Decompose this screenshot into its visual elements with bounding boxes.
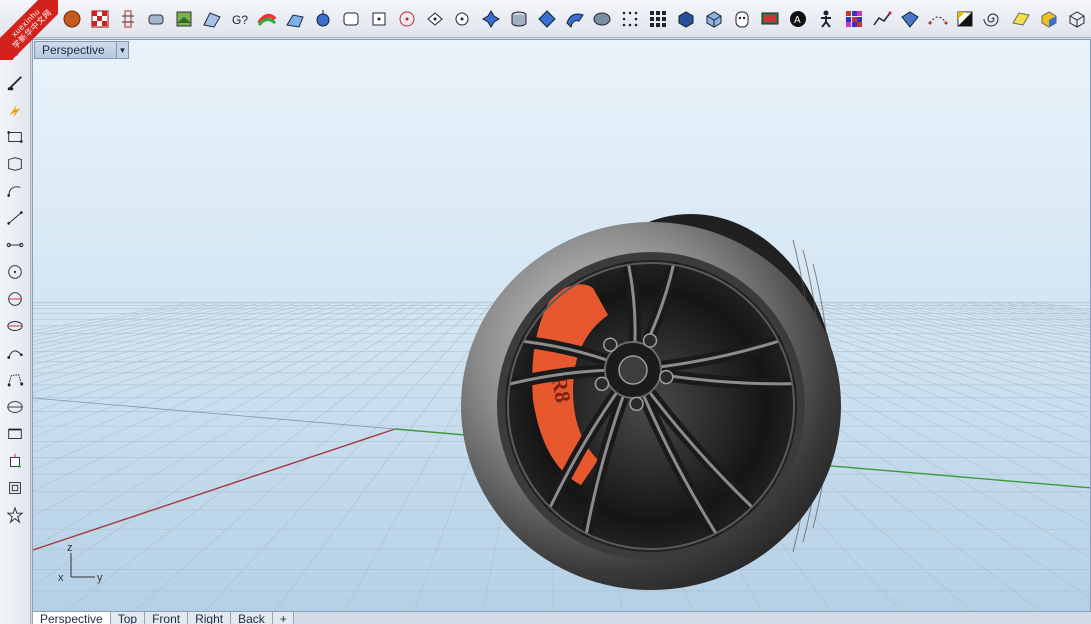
cube-icon[interactable] xyxy=(700,4,728,34)
annotation-icon[interactable]: A xyxy=(784,4,812,34)
box-surface-icon[interactable] xyxy=(1035,4,1063,34)
star-icon[interactable] xyxy=(3,501,27,528)
scene-canvas[interactable]: R8 z x y xyxy=(33,40,1091,612)
square-icon[interactable] xyxy=(365,4,393,34)
circle-icon[interactable] xyxy=(3,258,27,285)
plane-surface-icon[interactable] xyxy=(1007,4,1035,34)
mask-icon[interactable] xyxy=(728,4,756,34)
sphere-render-icon[interactable] xyxy=(58,4,86,34)
viewport-tabs: Perspective Top Front Right Back + xyxy=(32,612,1091,624)
circle-point-icon[interactable] xyxy=(449,4,477,34)
perspective-viewport[interactable]: Perspective ▼ R8 z x y xyxy=(32,39,1091,612)
polyline-icon[interactable] xyxy=(868,4,896,34)
zebra-icon[interactable] xyxy=(253,4,281,34)
split-square-icon[interactable] xyxy=(952,4,980,34)
spiral-icon[interactable] xyxy=(979,4,1007,34)
lasso-shape-icon[interactable] xyxy=(589,4,617,34)
diamond-icon[interactable] xyxy=(533,4,561,34)
viewport-menu-arrow-icon[interactable]: ▼ xyxy=(116,42,128,58)
select-curve-icon[interactable] xyxy=(924,4,952,34)
human-figure-icon[interactable] xyxy=(812,4,840,34)
polyline-left-icon[interactable] xyxy=(3,204,27,231)
axis-x-label: x xyxy=(58,572,64,584)
circle-target-icon[interactable] xyxy=(393,4,421,34)
top-toolbar: G? A xyxy=(0,0,1091,38)
cube-outline-icon[interactable] xyxy=(1063,4,1091,34)
tab-right[interactable]: Right xyxy=(187,612,232,624)
grid-points-icon[interactable] xyxy=(644,4,672,34)
bend-surface-icon[interactable] xyxy=(561,4,589,34)
sphere-left-icon[interactable] xyxy=(3,393,27,420)
polygon-points-icon[interactable] xyxy=(3,150,27,177)
rhino-app-window: xuexinhu 学新华中文网 G? A Perspective ▼ R8 z … xyxy=(0,0,1091,624)
add-viewport-tab[interactable]: + xyxy=(271,612,294,624)
point-cloud-icon[interactable] xyxy=(616,4,644,34)
capsule-icon[interactable] xyxy=(142,4,170,34)
rectangle-icon[interactable] xyxy=(3,123,27,150)
draft-angle-icon[interactable] xyxy=(198,4,226,34)
arc-icon[interactable] xyxy=(3,177,27,204)
point-line-icon[interactable] xyxy=(3,231,27,258)
snap-point-icon[interactable] xyxy=(421,4,449,34)
tab-top[interactable]: Top xyxy=(109,612,146,624)
cylinder-icon[interactable] xyxy=(505,4,533,34)
tab-back[interactable]: Back xyxy=(230,612,273,624)
rounded-rectangle-icon[interactable] xyxy=(337,4,365,34)
axis-y-label: y xyxy=(97,572,103,584)
mesh-surface-icon[interactable] xyxy=(896,4,924,34)
solid-box-icon[interactable] xyxy=(672,4,700,34)
frame-icon[interactable] xyxy=(3,474,27,501)
line-icon[interactable] xyxy=(3,69,27,96)
lightning-icon[interactable] xyxy=(3,96,27,123)
move-handle-icon[interactable] xyxy=(477,4,505,34)
tab-front[interactable]: Front xyxy=(144,612,189,624)
checker-map-icon[interactable] xyxy=(86,4,114,34)
left-toolbar xyxy=(0,38,31,624)
tab-perspective[interactable]: Perspective xyxy=(32,612,111,624)
control-points-icon[interactable] xyxy=(3,366,27,393)
extrude-icon[interactable] xyxy=(3,447,27,474)
curvature-icon[interactable] xyxy=(281,4,309,34)
texture-map-icon[interactable] xyxy=(170,4,198,34)
curve-points-icon[interactable] xyxy=(3,339,27,366)
circle-center-icon[interactable] xyxy=(3,285,27,312)
svg-text:A: A xyxy=(794,15,801,26)
watermark-logo: xuexinhu 学新华中文网 xyxy=(0,0,58,60)
svg-text:G?: G? xyxy=(232,13,248,27)
monitor-icon[interactable] xyxy=(756,4,784,34)
center-cap xyxy=(618,355,648,385)
box-left-icon[interactable] xyxy=(3,420,27,447)
point-on-surface-icon[interactable] xyxy=(309,4,337,34)
axis-z-label: z xyxy=(67,542,73,554)
analyze-points-icon[interactable] xyxy=(114,4,142,34)
color-grid-icon[interactable] xyxy=(840,4,868,34)
ellipse-icon[interactable] xyxy=(3,312,27,339)
help-icon[interactable]: G? xyxy=(226,4,254,34)
